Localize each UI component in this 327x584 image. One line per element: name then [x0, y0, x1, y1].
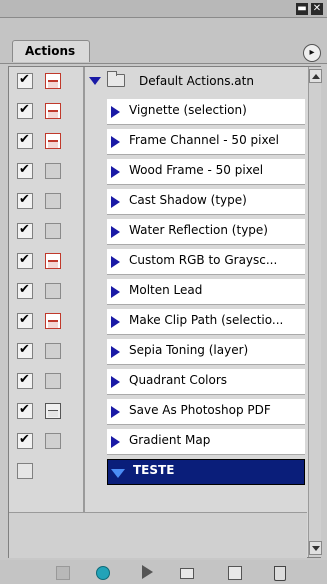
- action-label: Custom RGB to Graysc...: [129, 253, 278, 267]
- new-set-icon[interactable]: [180, 568, 194, 579]
- action-label: Gradient Map: [129, 433, 211, 447]
- expand-triangle-icon[interactable]: [111, 469, 125, 478]
- dialog-toggle-icon[interactable]: [45, 73, 61, 89]
- dialog-toggle-icon[interactable]: [45, 433, 61, 449]
- toggle-checkbox[interactable]: ✔: [17, 102, 33, 119]
- action-label: Water Reflection (type): [129, 223, 268, 237]
- toggle-checkbox[interactable]: [17, 463, 33, 479]
- record-icon[interactable]: [96, 566, 110, 580]
- dialog-toggle-icon[interactable]: [45, 163, 61, 179]
- expand-arrow-icon[interactable]: [111, 256, 120, 268]
- delete-icon[interactable]: [274, 566, 286, 581]
- action-row[interactable]: ✔ Quadrant Colors: [9, 367, 306, 397]
- expand-arrow-icon[interactable]: [111, 406, 120, 418]
- action-label: Molten Lead: [129, 283, 203, 297]
- scroll-up-button[interactable]: [309, 69, 322, 83]
- action-row[interactable]: ✔ Wood Frame - 50 pixel: [9, 157, 306, 187]
- dialog-toggle-icon[interactable]: [45, 343, 61, 359]
- toggle-checkbox[interactable]: ✔: [17, 402, 33, 419]
- tab-actions[interactable]: Actions: [12, 40, 90, 62]
- expand-arrow-icon[interactable]: [111, 316, 120, 328]
- minimize-button[interactable]: ▬: [296, 3, 308, 15]
- dialog-toggle-icon[interactable]: [45, 193, 61, 209]
- dialog-toggle-icon[interactable]: [45, 133, 61, 149]
- toggle-checkbox[interactable]: ✔: [17, 372, 33, 389]
- action-label: Quadrant Colors: [129, 373, 228, 387]
- action-label: Cast Shadow (type): [129, 193, 247, 207]
- action-row[interactable]: ✔ Cast Shadow (type): [9, 187, 306, 217]
- action-row[interactable]: ✔ Make Clip Path (selectio...: [9, 307, 306, 337]
- toggle-checkbox[interactable]: ✔: [17, 222, 33, 239]
- expand-arrow-icon[interactable]: [111, 346, 120, 358]
- dialog-toggle-icon[interactable]: [45, 403, 61, 419]
- expand-arrow-icon[interactable]: [111, 376, 120, 388]
- scroll-down-button[interactable]: [309, 541, 322, 555]
- action-row[interactable]: ✔ Sepia Toning (layer): [9, 337, 306, 367]
- close-button[interactable]: ✕: [311, 3, 323, 15]
- action-set-row[interactable]: ✔ Default Actions.atn: [9, 67, 306, 97]
- stop-icon[interactable]: [56, 566, 70, 580]
- selected-action-set-row[interactable]: TESTE: [9, 457, 306, 487]
- selected-set-name: TESTE: [133, 463, 175, 477]
- toggle-checkbox[interactable]: ✔: [17, 342, 33, 359]
- toggle-checkbox[interactable]: ✔: [17, 72, 33, 89]
- expand-arrow-icon[interactable]: [111, 226, 120, 238]
- action-row[interactable]: ✔ Molten Lead: [9, 277, 306, 307]
- title-bar: ▬ ✕: [0, 0, 327, 18]
- play-icon[interactable]: [142, 565, 153, 579]
- expand-arrow-icon[interactable]: [111, 136, 120, 148]
- empty-list-area: [9, 512, 307, 558]
- vertical-scrollbar[interactable]: [308, 67, 322, 557]
- tab-divider: [0, 63, 327, 64]
- action-label: Vignette (selection): [129, 103, 247, 117]
- dialog-toggle-icon[interactable]: [45, 283, 61, 299]
- actions-panel: ✔ Default Actions.atn ✔ Vignette (selecti…: [8, 66, 322, 558]
- action-set-name: Default Actions.atn: [139, 74, 254, 88]
- dialog-toggle-icon[interactable]: [45, 253, 61, 269]
- expand-triangle-icon[interactable]: [89, 77, 101, 85]
- action-label: Make Clip Path (selectio...: [129, 313, 284, 327]
- toggle-checkbox[interactable]: ✔: [17, 162, 33, 179]
- new-action-icon[interactable]: [228, 566, 242, 580]
- action-row[interactable]: ✔ Save As Photoshop PDF: [9, 397, 306, 427]
- dialog-toggle-icon[interactable]: [45, 223, 61, 239]
- action-row[interactable]: ✔ Water Reflection (type): [9, 217, 306, 247]
- toggle-checkbox[interactable]: ✔: [17, 312, 33, 329]
- tab-strip: Actions ▸: [0, 18, 327, 64]
- action-label: Sepia Toning (layer): [129, 343, 249, 357]
- action-row[interactable]: ✔ Gradient Map: [9, 427, 306, 457]
- expand-arrow-icon[interactable]: [111, 196, 120, 208]
- dialog-toggle-icon[interactable]: [45, 373, 61, 389]
- action-row[interactable]: ✔ Frame Channel - 50 pixel: [9, 127, 306, 157]
- dialog-toggle-icon[interactable]: [45, 313, 61, 329]
- toggle-checkbox[interactable]: ✔: [17, 192, 33, 209]
- toggle-checkbox[interactable]: ✔: [17, 252, 33, 269]
- expand-arrow-icon[interactable]: [111, 106, 120, 118]
- toggle-checkbox[interactable]: ✔: [17, 282, 33, 299]
- dialog-toggle-icon[interactable]: [45, 103, 61, 119]
- expand-arrow-icon[interactable]: [111, 436, 120, 448]
- toggle-checkbox[interactable]: ✔: [17, 432, 33, 449]
- action-label: Wood Frame - 50 pixel: [129, 163, 264, 177]
- toggle-checkbox[interactable]: ✔: [17, 132, 33, 149]
- folder-icon: [107, 71, 125, 87]
- panel-menu-button[interactable]: ▸: [303, 44, 321, 62]
- expand-arrow-icon[interactable]: [111, 286, 120, 298]
- action-row[interactable]: ✔ Custom RGB to Graysc...: [9, 247, 306, 277]
- expand-arrow-icon[interactable]: [111, 166, 120, 178]
- action-row[interactable]: ✔ Vignette (selection): [9, 97, 306, 127]
- action-label: Save As Photoshop PDF: [129, 403, 271, 417]
- action-label: Frame Channel - 50 pixel: [129, 133, 279, 147]
- bottom-toolbar: [0, 560, 327, 584]
